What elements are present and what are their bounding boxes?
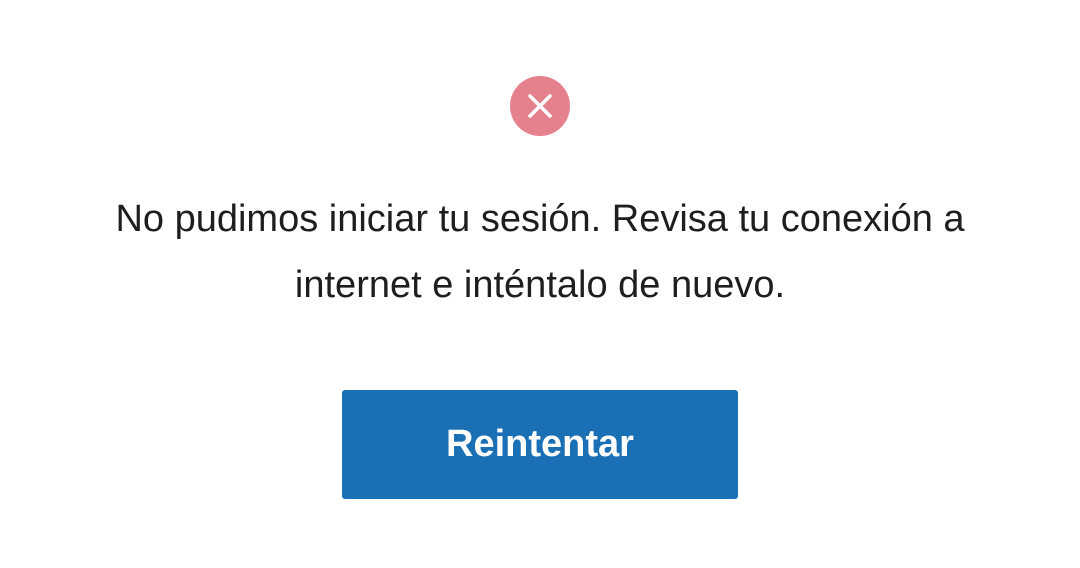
error-close-icon — [510, 76, 570, 136]
error-message: No pudimos iniciar tu sesión. Revisa tu … — [90, 186, 990, 318]
error-message-line-2: internet e inténtalo de nuevo. — [294, 264, 786, 306]
retry-button[interactable]: Reintentar — [342, 390, 738, 499]
error-screen: No pudimos iniciar tu sesión. Revisa tu … — [0, 0, 1080, 568]
error-message-line-1: No pudimos iniciar tu sesión. Revisa tu … — [115, 198, 965, 240]
x-mark-icon — [528, 94, 552, 118]
